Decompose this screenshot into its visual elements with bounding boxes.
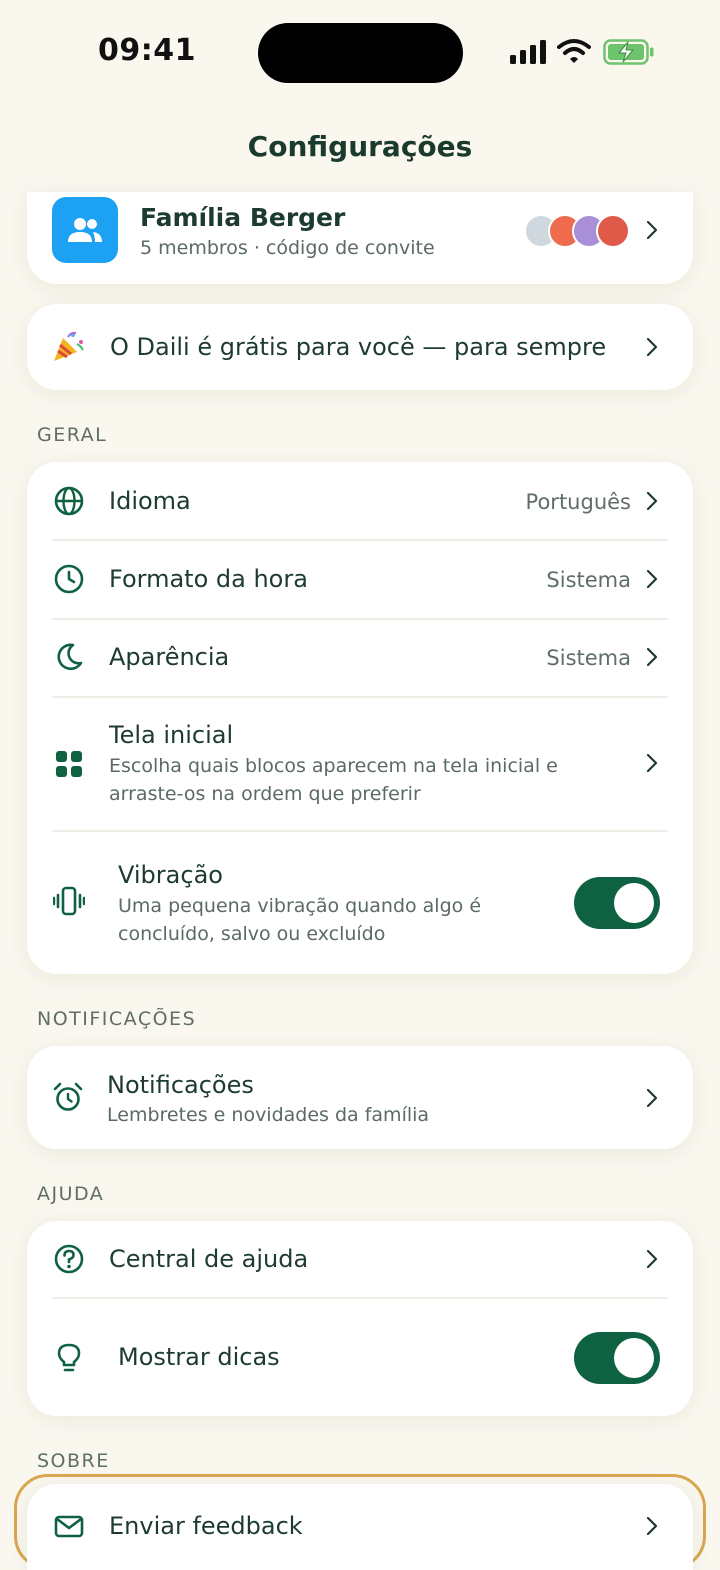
section-label-notifications: NOTIFICAÇÕES bbox=[37, 1008, 197, 1030]
family-icon-tile bbox=[52, 197, 118, 263]
chevron-right-icon bbox=[646, 1516, 658, 1536]
promo-text: O Daili é grátis para você — para sempre bbox=[110, 333, 607, 361]
grid-blocks-icon bbox=[56, 751, 82, 777]
chevron-right-icon bbox=[646, 647, 658, 667]
chevron-right-icon bbox=[646, 569, 658, 589]
clock-icon bbox=[54, 564, 84, 594]
setting-label: Mostrar dicas bbox=[118, 1343, 280, 1371]
chevron-right-icon bbox=[646, 491, 658, 511]
setting-row-time-format[interactable]: Formato da hora Sistema bbox=[27, 540, 693, 618]
help-circle-icon bbox=[54, 1244, 84, 1274]
feedback-card[interactable]: Enviar feedback bbox=[27, 1484, 693, 1570]
setting-row-home-screen[interactable]: Tela inicial Escolha quais blocos aparec… bbox=[27, 697, 693, 830]
alarm-clock-icon bbox=[53, 1082, 83, 1111]
chevron-right-icon bbox=[646, 1088, 658, 1108]
chevron-right-icon bbox=[646, 337, 658, 357]
setting-label: Idioma bbox=[109, 487, 191, 515]
toggle-knob bbox=[614, 1338, 654, 1378]
setting-label: Aparência bbox=[109, 643, 230, 671]
setting-description: Lembretes e novidades da família bbox=[107, 1104, 430, 1126]
setting-label: Vibração bbox=[118, 861, 223, 889]
chevron-right-icon bbox=[646, 220, 658, 240]
help-card: Central de ajuda Mostrar dicas bbox=[27, 1221, 693, 1416]
vibration-toggle[interactable] bbox=[574, 877, 660, 929]
page-title: Configurações bbox=[247, 130, 473, 163]
show-tips-toggle[interactable] bbox=[574, 1332, 660, 1384]
globe-icon bbox=[54, 486, 84, 516]
cellular-signal-icon bbox=[510, 40, 546, 64]
status-bar: 09:41 bbox=[0, 0, 720, 110]
setting-label: Enviar feedback bbox=[109, 1512, 303, 1540]
status-time: 09:41 bbox=[98, 33, 196, 68]
setting-value: Sistema bbox=[546, 646, 631, 670]
moon-icon bbox=[57, 643, 83, 671]
setting-row-language[interactable]: Idioma Português bbox=[27, 462, 693, 539]
family-card[interactable]: Família Berger 5 membros · código de con… bbox=[27, 192, 693, 284]
people-icon bbox=[68, 218, 102, 242]
section-label-about: SOBRE bbox=[37, 1450, 110, 1472]
dynamic-island bbox=[258, 23, 463, 83]
chevron-right-icon bbox=[646, 1249, 658, 1269]
section-label-help: AJUDA bbox=[37, 1183, 105, 1205]
party-popper-icon bbox=[54, 331, 84, 361]
setting-row-help-center[interactable]: Central de ajuda bbox=[27, 1221, 693, 1298]
setting-row-show-tips: Mostrar dicas bbox=[27, 1298, 693, 1416]
promo-card[interactable]: O Daili é grátis para você — para sempre bbox=[27, 304, 693, 390]
setting-label: Formato da hora bbox=[109, 565, 308, 593]
setting-label: Notificações bbox=[107, 1071, 254, 1099]
general-settings-card: Idioma Português Formato da hora Sistema… bbox=[27, 462, 693, 974]
lightbulb-icon bbox=[57, 1343, 81, 1372]
setting-row-vibration: Vibração Uma pequena vibração quando alg… bbox=[27, 831, 693, 974]
setting-description: Uma pequena vibração quando algo é concl… bbox=[118, 895, 482, 945]
setting-label: Central de ajuda bbox=[109, 1245, 309, 1273]
wifi-icon bbox=[557, 39, 591, 63]
mail-icon bbox=[54, 1515, 84, 1538]
toggle-knob bbox=[614, 883, 654, 923]
notifications-card[interactable]: Notificações Lembretes e novidades da fa… bbox=[27, 1046, 693, 1149]
setting-value: Sistema bbox=[546, 568, 631, 592]
chevron-right-icon bbox=[646, 753, 658, 773]
setting-value: Português bbox=[525, 490, 631, 514]
battery-charging-icon bbox=[603, 39, 654, 65]
setting-label: Tela inicial bbox=[109, 721, 234, 749]
member-avatars bbox=[524, 214, 634, 248]
setting-description: Escolha quais blocos aparecem na tela in… bbox=[109, 755, 558, 805]
avatar bbox=[596, 214, 630, 248]
family-name: Família Berger bbox=[140, 203, 346, 232]
setting-row-appearance[interactable]: Aparência Sistema bbox=[27, 619, 693, 696]
vibration-icon bbox=[53, 886, 85, 916]
family-subtitle: 5 membros · código de convite bbox=[140, 237, 435, 259]
section-label-general: GERAL bbox=[37, 424, 108, 446]
